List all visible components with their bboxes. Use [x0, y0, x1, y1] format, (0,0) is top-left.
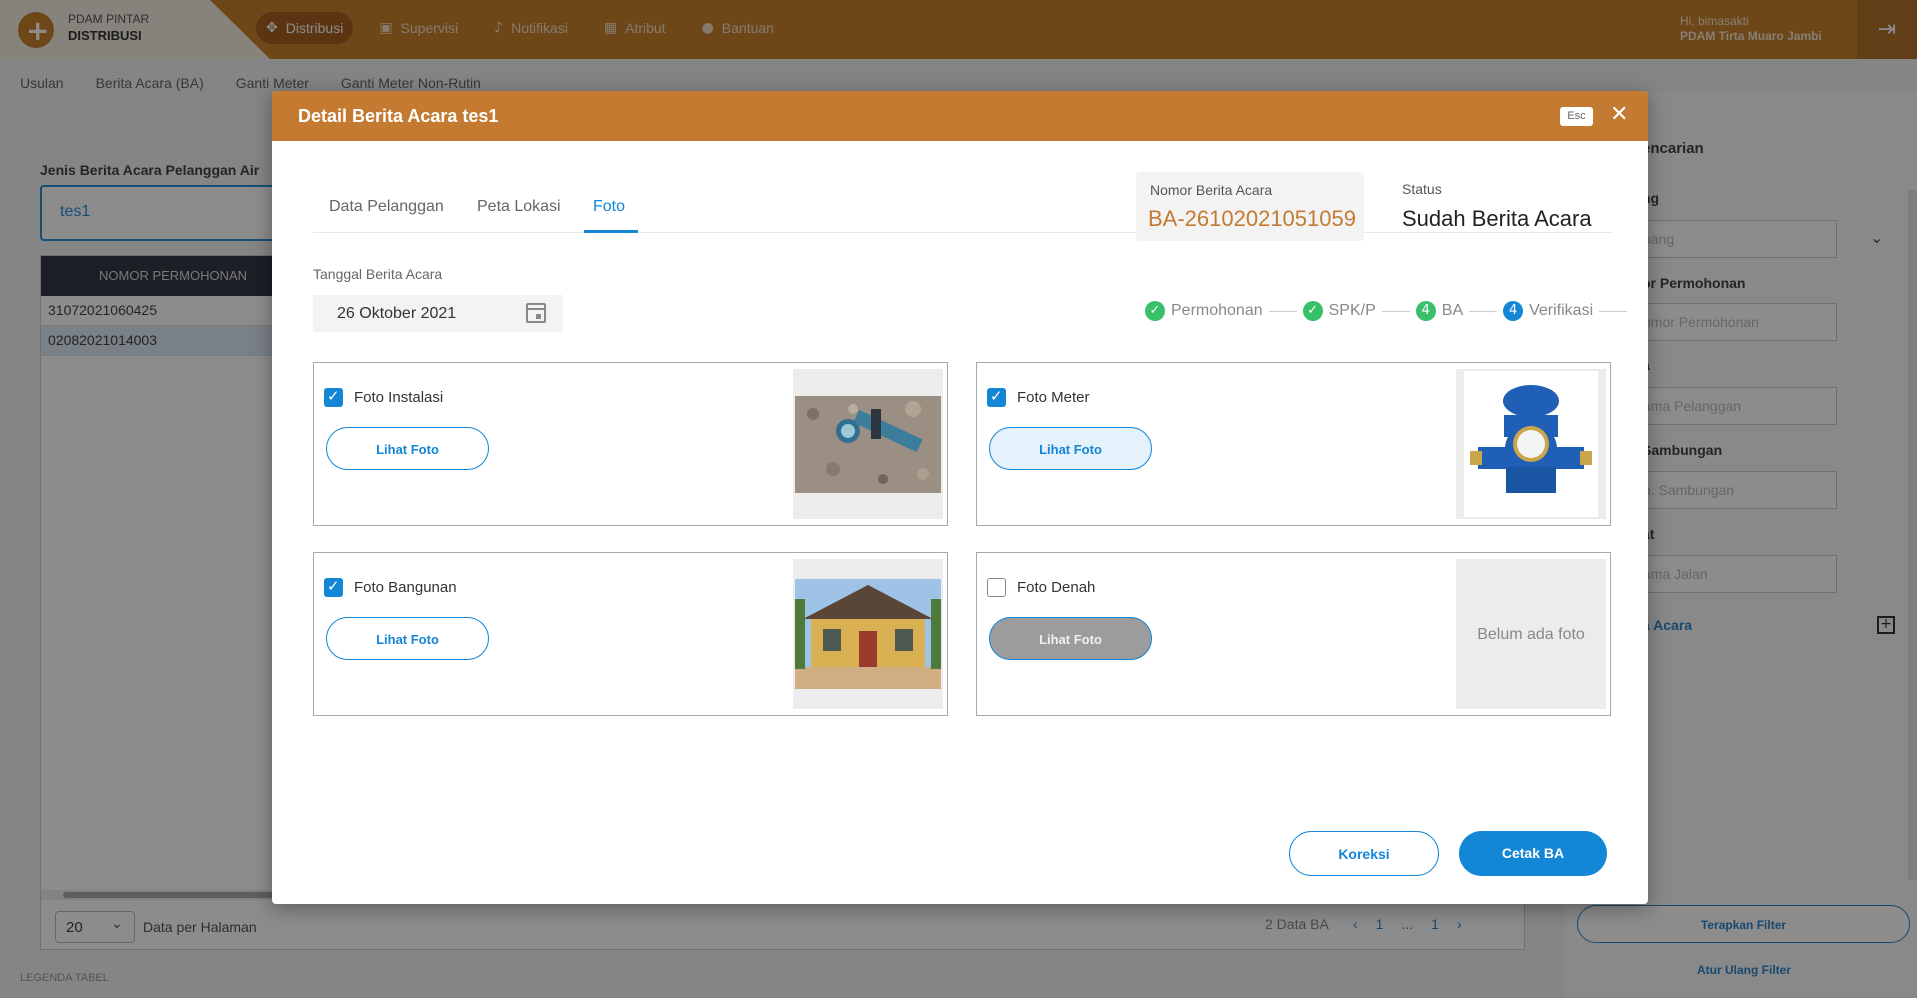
tab-peta-lokasi[interactable]: Peta Lokasi	[477, 198, 561, 216]
step-connector	[1268, 310, 1297, 312]
nomor-label: Nomor Berita Acara	[1150, 182, 1273, 198]
checkbox-denah[interactable]	[987, 578, 1006, 597]
status-value: Sudah Berita Acara	[1402, 206, 1592, 231]
tanggal-value: 26 Oktober 2021	[337, 305, 457, 322]
checkbox-instalasi[interactable]	[324, 387, 343, 407]
step-spkp: ✓ SPK/P	[1302, 301, 1376, 321]
step-label: SPK/P	[1328, 302, 1376, 319]
progress-steps: ✓ Permohonan ✓ SPK/P 4 BA 4 Verifikasi	[1145, 301, 1633, 321]
tanggal-field[interactable]: 26 Oktober 2021	[313, 295, 563, 332]
active-tab-indicator	[584, 230, 638, 233]
nomor-value: BA-26102021051059	[1148, 206, 1356, 231]
step-ba: 4 BA	[1415, 301, 1464, 321]
close-icon[interactable]: ✕	[1610, 102, 1628, 127]
photo-card-instalasi: Foto Instalasi Lihat Foto	[313, 362, 948, 526]
photo-card-denah: Foto Denah Lihat Foto Belum ada foto	[976, 552, 1611, 716]
step-verifikasi: 4 Verifikasi	[1503, 301, 1593, 321]
photo-card-meter: Foto Meter Lihat Foto	[976, 362, 1611, 526]
tab-foto[interactable]: Foto	[593, 198, 625, 216]
blue-water-meter-photo[interactable]	[1456, 369, 1606, 519]
lihat-foto-button[interactable]: Lihat Foto	[989, 427, 1152, 470]
tab-data-pelanggan[interactable]: Data Pelanggan	[329, 198, 444, 216]
checkbox-bangunan[interactable]	[324, 577, 343, 597]
lihat-foto-button: Lihat Foto	[989, 617, 1152, 660]
tanggal-label: Tanggal Berita Acara	[313, 266, 443, 282]
modal-title: Detail Berita Acara tes1	[298, 106, 499, 126]
calendar-icon[interactable]	[526, 303, 546, 323]
step-permohonan: ✓ Permohonan	[1145, 301, 1263, 321]
empty-photo-placeholder: Belum ada foto	[1456, 559, 1606, 709]
status-label: Status	[1402, 181, 1442, 197]
step-label: Verifikasi	[1529, 302, 1594, 319]
step-number-icon: 4	[1503, 301, 1524, 321]
detail-modal: Detail Berita Acara tes1 Esc ✕ Data Pela…	[272, 91, 1648, 904]
step-label: BA	[1441, 302, 1464, 319]
photo-label: Foto Instalasi	[354, 389, 444, 406]
photo-label: Foto Bangunan	[354, 579, 457, 596]
check-circle-icon: ✓	[1302, 301, 1323, 321]
koreksi-button[interactable]: Koreksi	[1289, 831, 1439, 876]
tab-divider	[313, 232, 1613, 233]
check-circle-icon: ✓	[1145, 301, 1165, 321]
modal-header: Detail Berita Acara tes1 Esc ✕	[272, 91, 1648, 141]
house-photo[interactable]	[793, 559, 943, 709]
step-connector	[1599, 310, 1628, 312]
cetak-ba-button[interactable]: Cetak BA	[1459, 831, 1607, 876]
step-number-icon: 4	[1415, 301, 1436, 321]
lihat-foto-button[interactable]: Lihat Foto	[326, 617, 489, 660]
photo-label: Foto Meter	[1017, 389, 1090, 406]
photo-card-bangunan: Foto Bangunan Lihat Foto	[313, 552, 948, 716]
nomor-box: Nomor Berita Acara BA-26102021051059	[1136, 172, 1364, 241]
water-meter-in-gravel-photo[interactable]	[793, 369, 943, 519]
lihat-foto-button[interactable]: Lihat Foto	[326, 427, 489, 470]
step-label: Permohonan	[1171, 302, 1263, 319]
no-photo-text: Belum ada foto	[1477, 626, 1585, 643]
checkbox-meter[interactable]	[987, 387, 1006, 407]
step-connector	[1469, 310, 1498, 312]
esc-badge: Esc	[1560, 107, 1593, 126]
photo-label: Foto Denah	[1017, 579, 1096, 596]
step-connector	[1381, 310, 1410, 312]
